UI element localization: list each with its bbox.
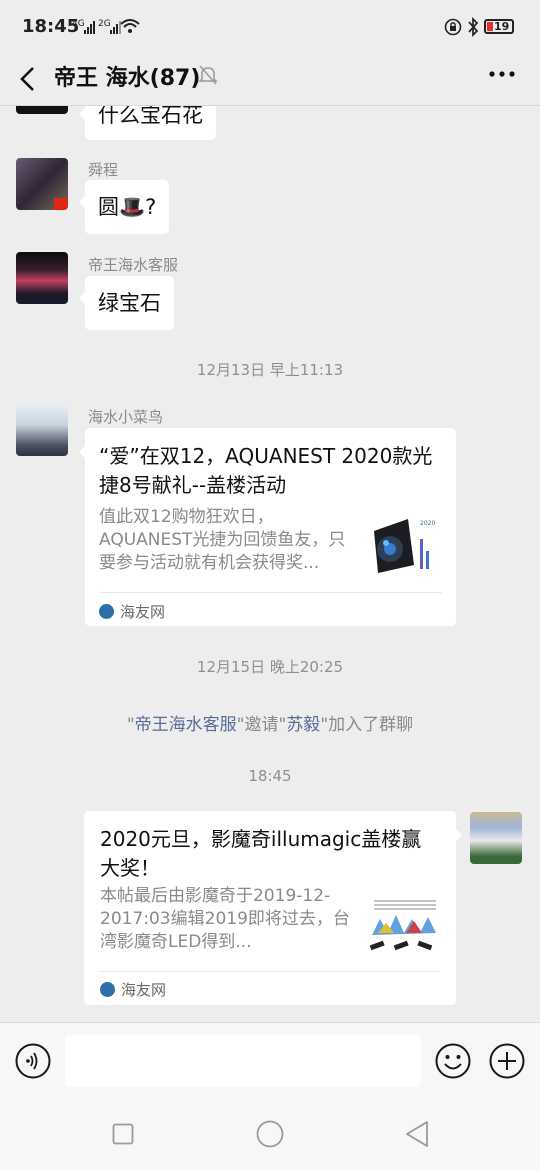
sender-name: 海水小菜鸟 [88,408,164,426]
system-text: "邀请" [236,715,287,735]
link-card-source: 海友网 [99,601,165,622]
link-card-description: 本帖最后由影魔奇于2019-12-2017:03编辑2019即将过去，台湾影魔奇… [100,886,350,952]
system-link-inviter[interactable]: 帝王海水客服 [135,715,237,735]
system-link-invitee[interactable]: 苏毅 [286,715,320,735]
avatar[interactable] [16,158,68,210]
wifi-icon [120,19,140,33]
status-time: 18:45 [22,16,80,37]
source-name: 海友网 [121,981,167,999]
sender-name: 舜程 [88,161,119,179]
message-input[interactable] [65,1035,421,1087]
link-card-thumbnail [368,889,442,959]
more-dots-icon[interactable] [488,70,516,80]
system-text: "加入了群聊 [320,715,414,735]
battery-icon: 19 [484,19,514,34]
voice-icon[interactable] [15,1043,51,1079]
sender-name: 帝王海水客服 [88,256,179,274]
chat-area[interactable]: 什么宝石花 舜程 圆🎩? 帝王海水客服 绿宝石 12月13日 早上11:13 海… [0,106,540,1022]
chat-title: 帝王 海水(87) [54,66,201,91]
message-bubble[interactable]: 什么宝石花 [79,106,216,140]
message-text: 圆🎩? [98,195,157,219]
emoji-icon[interactable] [435,1043,471,1079]
lock-rotation-icon [444,18,462,36]
source-logo-icon [100,982,115,997]
battery-level: 19 [494,20,510,33]
avatar[interactable] [16,404,68,456]
chat-header: 帝王 海水(87) [0,54,540,106]
divider [100,971,440,972]
timestamp: 12月13日 早上11:13 [196,361,344,379]
divider [99,592,442,593]
link-card[interactable]: 2020元旦，影魔奇illumagic盖楼赢大奖！ 本帖最后由影魔奇于2019-… [84,811,462,1005]
avatar[interactable] [16,252,68,304]
bluetooth-icon [468,17,479,37]
message-bubble[interactable]: 绿宝石 [79,276,174,330]
bell-muted-icon [198,65,218,85]
input-bar [0,1022,540,1099]
link-card-source: 海友网 [100,979,166,1000]
timestamp: 18:45 [248,767,292,785]
system-message: "帝王海水客服"邀请"苏毅"加入了群聊 [0,710,540,735]
system-text: " [126,715,135,735]
message-text: 绿宝石 [98,291,161,315]
link-card-title: “爱”在双12，AQUANEST 2020款光捷8号献礼--盖楼活动 [99,444,433,497]
back-triangle-icon[interactable] [404,1120,430,1148]
avatar[interactable] [470,812,522,864]
network-2g-label: 2G [98,19,111,29]
link-card-thumbnail: 2020 [368,511,442,581]
home-icon[interactable] [256,1120,284,1148]
chevron-left-icon[interactable] [16,62,38,96]
link-card-title: 2020元旦，影魔奇illumagic盖楼赢大奖！ [100,827,422,880]
source-name: 海友网 [120,603,166,621]
system-nav-bar [0,1098,540,1170]
svg-text:2020: 2020 [420,520,435,527]
status-bar: 18:45 4G 2G 19 [0,0,540,54]
message-text: 什么宝石花 [98,106,203,127]
link-card[interactable]: “爱”在双12，AQUANEST 2020款光捷8号献礼--盖楼活动 值此双12… [79,428,456,626]
timestamp: 12月15日 晚上20:25 [196,658,344,676]
source-logo-icon [99,604,114,619]
link-card-description: 值此双12购物狂欢日，AQUANEST光捷为回馈鱼友，只要参与活动就有机会获得奖… [99,507,346,573]
signal-icon [84,21,95,34]
avatar[interactable] [16,106,68,114]
message-bubble[interactable]: 圆🎩? [78,180,170,234]
network-4g-label: 4G [72,19,85,29]
recent-apps-icon[interactable] [112,1123,134,1145]
plus-icon[interactable] [489,1043,525,1079]
